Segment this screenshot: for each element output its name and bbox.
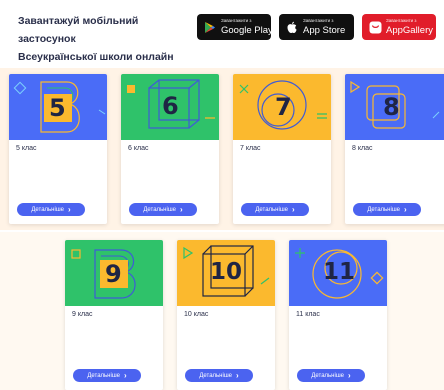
apple-icon [285, 20, 299, 34]
grade-7-number: 7 [275, 93, 292, 121]
grade-6-details-button[interactable]: Детальніше › [129, 203, 197, 216]
google-play-icon [203, 20, 217, 34]
grade-5-banner: 5 [9, 74, 107, 140]
chevron-right-icon: › [291, 204, 295, 214]
grade-card-10[interactable]: 10 10 клас Детальніше › [177, 240, 275, 390]
chevron-right-icon: › [235, 370, 239, 380]
grade-9-details-label: Детальніше [87, 372, 120, 379]
grade-card-6[interactable]: 6 6 клас Детальніше › [121, 74, 219, 224]
grade-9-banner: 9 [65, 240, 163, 306]
app-store-label: App Store [303, 24, 346, 36]
google-play-button[interactable]: Завантажити з Google Play [197, 14, 273, 40]
appgallery-label: AppGallery [386, 24, 433, 36]
grade-5-title: 5 клас [16, 145, 37, 152]
google-play-label: Google Play [221, 24, 273, 36]
grade-card-11[interactable]: 11 11 клас Детальніше › [289, 240, 387, 390]
grade-6-number: 6 [162, 92, 179, 120]
grade-5-details-label: Детальніше [31, 206, 64, 213]
grade-11-details-label: Детальніше [311, 372, 344, 379]
grade-8-banner: 8 [345, 74, 444, 140]
grade-6-banner: 6 [121, 74, 219, 140]
promo-line-1: Завантажуй мобільний застосунок [18, 15, 139, 45]
grade-9-number: 9 [105, 260, 122, 288]
grade-card-7[interactable]: 7 7 клас Детальніше › [233, 74, 331, 224]
grade-5-details-button[interactable]: Детальніше › [17, 203, 85, 216]
grade-9-details-button[interactable]: Детальніше › [73, 369, 141, 382]
app-store-caption: Завантажити з [303, 18, 334, 23]
grade-11-title: 11 клас [296, 311, 320, 318]
grade-8-details-button[interactable]: Детальніше › [353, 203, 421, 216]
grade-6-title: 6 клас [128, 145, 149, 152]
appgallery-caption: Завантажити з [386, 18, 417, 23]
appgallery-button[interactable]: Завантажити з AppGallery [362, 14, 436, 40]
grade-9-title: 9 клас [72, 311, 93, 318]
grade-11-details-button[interactable]: Детальніше › [297, 369, 365, 382]
grade-7-details-label: Детальніше [255, 206, 288, 213]
chevron-right-icon: › [123, 370, 127, 380]
grade-8-title: 8 клас [352, 145, 373, 152]
grade-card-8[interactable]: 8 8 клас Детальніше › [345, 74, 444, 224]
grade-card-9[interactable]: 9 9 клас Детальніше › [65, 240, 163, 390]
app-store-button[interactable]: Завантажити з App Store [279, 14, 354, 40]
grade-7-details-button[interactable]: Детальніше › [241, 203, 309, 216]
grade-8-number: 8 [383, 93, 400, 121]
chevron-right-icon: › [403, 204, 407, 214]
grade-10-title: 10 клас [184, 311, 209, 318]
grade-10-banner: 10 [177, 240, 275, 306]
chevron-right-icon: › [347, 370, 351, 380]
grade-5-number: 5 [49, 94, 66, 122]
grade-6-details-label: Детальніше [143, 206, 176, 213]
grade-10-details-button[interactable]: Детальніше › [185, 369, 253, 382]
grade-8-details-label: Детальніше [367, 206, 400, 213]
grade-11-number: 11 [323, 259, 356, 285]
promo-line-2: Всеукраїнської школи онлайн [18, 51, 174, 63]
google-play-caption: Завантажити з [221, 18, 252, 23]
grade-11-banner: 11 [289, 240, 387, 306]
grade-10-details-label: Детальніше [199, 372, 232, 379]
huawei-appgallery-icon [368, 20, 382, 34]
chevron-right-icon: › [179, 204, 183, 214]
grade-card-5[interactable]: 5 5 клас Детальніше › [9, 74, 107, 224]
chevron-right-icon: › [67, 204, 71, 214]
grade-10-number: 10 [210, 259, 243, 285]
grade-7-title: 7 клас [240, 145, 261, 152]
grade-7-banner: 7 [233, 74, 331, 140]
app-promo-text: Завантажуй мобільний застосунок Всеукраї… [18, 12, 193, 66]
